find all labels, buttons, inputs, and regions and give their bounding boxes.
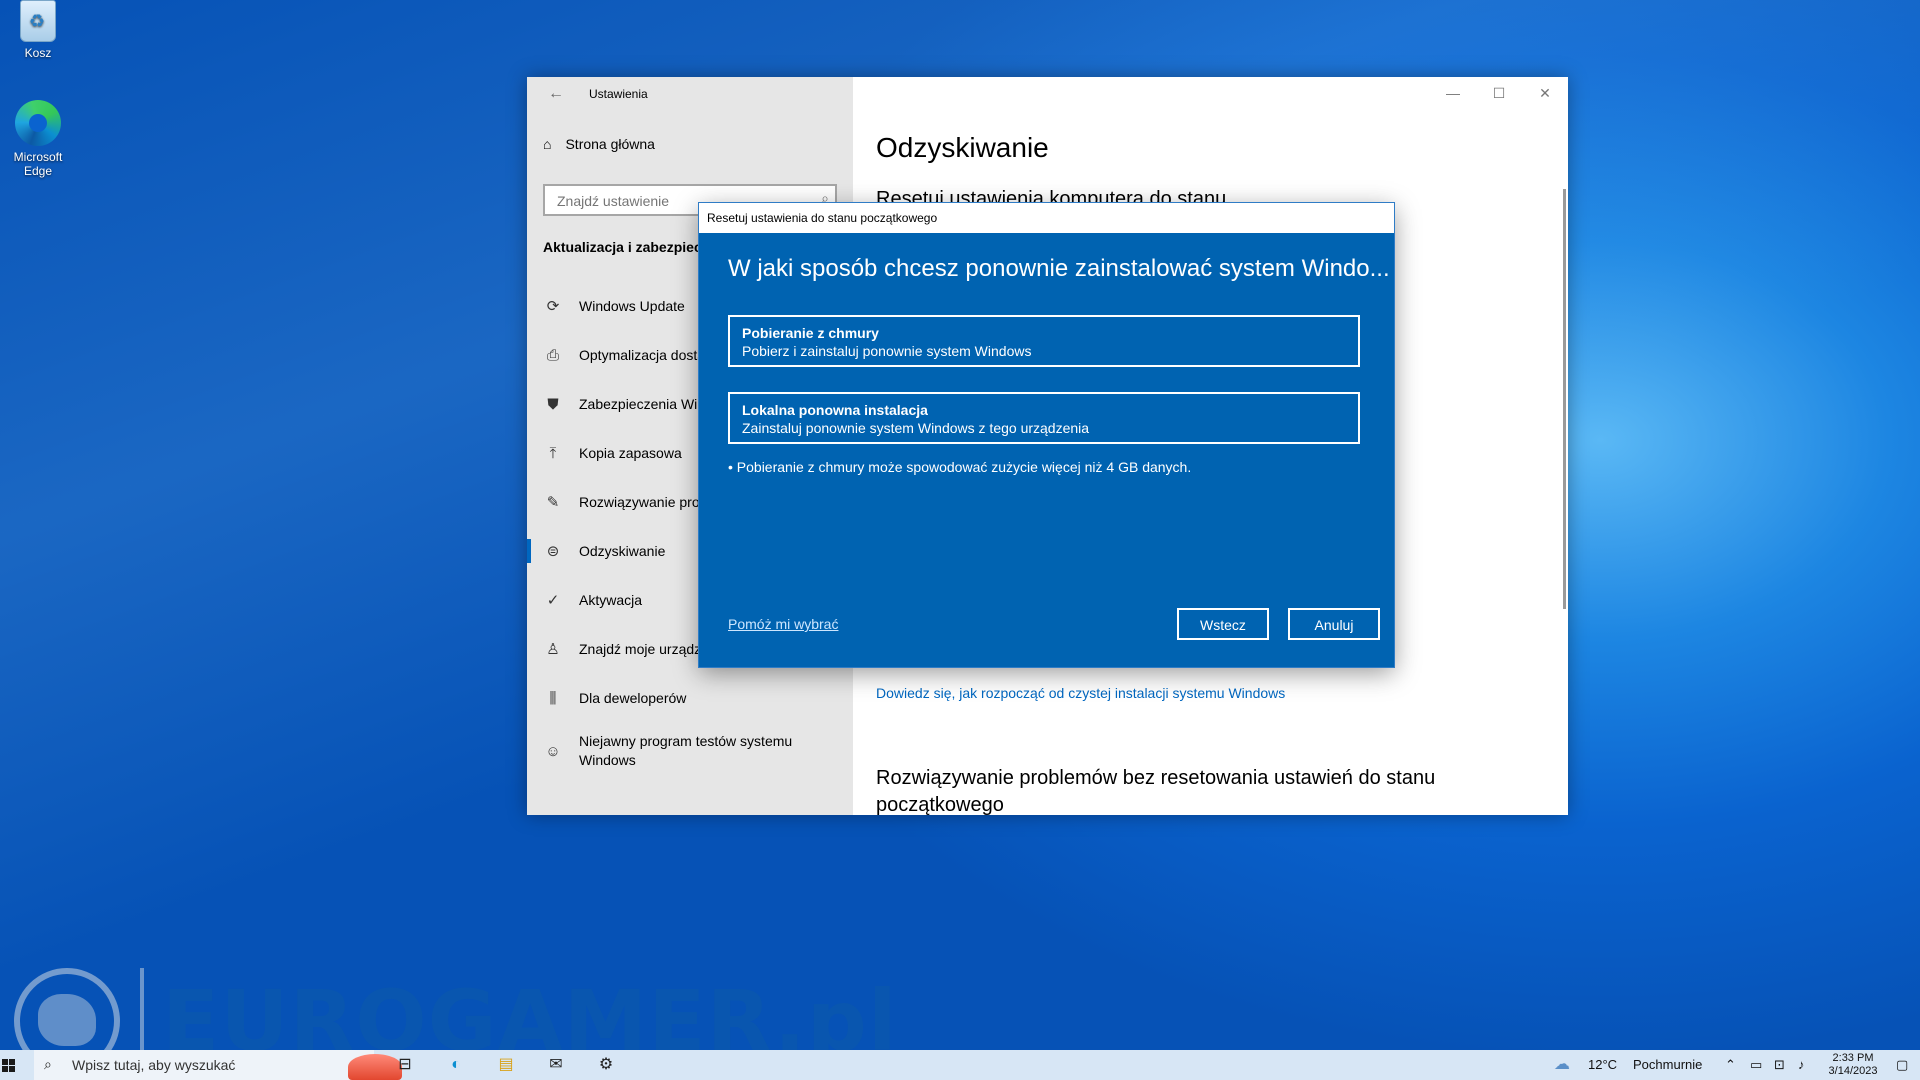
nav-home-label: Strona główna bbox=[565, 136, 655, 152]
section-title: Aktualizacja i zabezpiecz bbox=[543, 239, 709, 255]
clock-time: 2:33 PM bbox=[1832, 1052, 1874, 1064]
window-controls: — ☐ ✕ bbox=[1430, 77, 1568, 109]
sidebar-item-label: Kopia zapasowa bbox=[579, 445, 682, 461]
taskbar-search[interactable]: ⌕ Wpisz tutaj, aby wyszukać bbox=[34, 1050, 402, 1080]
volume-icon[interactable]: ♪ bbox=[1798, 1050, 1805, 1080]
weather-temp[interactable]: 12°C bbox=[1588, 1050, 1617, 1080]
data-usage-note: • Pobieranie z chmury może spowodować zu… bbox=[728, 459, 1192, 475]
edge-icon bbox=[15, 100, 61, 146]
back-button[interactable]: Wstecz bbox=[1177, 608, 1269, 640]
window-title: Ustawienia bbox=[589, 87, 648, 101]
task-view-icon[interactable]: ⊟ bbox=[390, 1052, 420, 1078]
option-description: Pobierz i zainstaluj ponownie system Win… bbox=[742, 343, 1032, 359]
settings-gear-icon[interactable]: ⚙ bbox=[591, 1052, 621, 1078]
option-description: Zainstaluj ponownie system Windows z teg… bbox=[742, 420, 1090, 436]
windows-logo-icon bbox=[2, 1059, 8, 1065]
content-scrollbar[interactable] bbox=[1563, 189, 1566, 609]
maximize-icon[interactable]: ☐ bbox=[1476, 77, 1522, 109]
windows-logo-pane bbox=[9, 1059, 15, 1065]
taskbar: ⌕ Wpisz tutaj, aby wyszukać ⊟ ◐ ▤ ✉ ⚙ ☁ … bbox=[0, 1050, 1920, 1080]
weather-cloud-icon[interactable]: ☁ bbox=[1554, 1050, 1570, 1080]
sidebar-item-label: Optymalizacja dosta bbox=[579, 347, 706, 363]
desktop-icon-label: Kosz bbox=[24, 46, 52, 60]
clean-install-link[interactable]: Dowiedz się, jak rozpocząć od czystej in… bbox=[876, 685, 1285, 701]
option-title: Lokalna ponowna instalacja bbox=[742, 402, 928, 418]
windows-logo-pane bbox=[9, 1066, 15, 1072]
dialog-heading: W jaki sposób chcesz ponownie zainstalow… bbox=[728, 255, 1390, 282]
backup-arrow-icon: ⤒ bbox=[549, 444, 557, 462]
taskbar-search-placeholder: Wpisz tutaj, aby wyszukać bbox=[72, 1057, 236, 1073]
search-icon: ⌕ bbox=[44, 1056, 52, 1072]
file-explorer-icon[interactable]: ▤ bbox=[491, 1052, 521, 1078]
meet-now-icon[interactable]: ▭ bbox=[1750, 1050, 1762, 1080]
chevron-up-icon[interactable]: ⌃ bbox=[1725, 1050, 1736, 1080]
sidebar-item-label: Niejawny program testów systemu Windows bbox=[579, 732, 792, 770]
check-circle-icon: ✓ bbox=[546, 592, 560, 609]
help-me-choose-link[interactable]: Pomóż mi wybrać bbox=[728, 616, 838, 632]
sidebar-item-label: Dla deweloperów bbox=[579, 690, 687, 706]
sidebar-item-developers[interactable]: ⫼ Dla deweloperów bbox=[527, 678, 853, 718]
troubleshoot-heading: Rozwiązywanie problemów bez resetowania … bbox=[876, 767, 1436, 816]
sidebar-item-label: Odzyskiwanie bbox=[579, 543, 666, 559]
desktop-icon-recycle-bin[interactable]: Kosz bbox=[0, 0, 78, 60]
sidebar-item-label: Rozwiązywanie prob bbox=[579, 494, 708, 510]
minimize-icon[interactable]: — bbox=[1430, 77, 1476, 109]
desktop-icon-label: Microsoft Edge bbox=[13, 150, 63, 178]
delivery-optimization-icon: ⎙ bbox=[546, 346, 559, 364]
recycle-bin-icon bbox=[20, 0, 56, 42]
developer-icon: ⫼ bbox=[549, 689, 557, 707]
back-arrow-icon[interactable]: ← bbox=[543, 83, 569, 105]
sidebar-item-label: Zabezpieczenia Win bbox=[579, 396, 706, 412]
weather-text[interactable]: Pochmurnie bbox=[1633, 1050, 1702, 1080]
recovery-icon: ⊜ bbox=[546, 543, 560, 560]
sidebar-item-insider-program[interactable]: ☺ Niejawny program testów systemu Window… bbox=[527, 726, 853, 776]
sidebar-item-label: Znajdź moje urządz bbox=[579, 641, 702, 657]
reset-dialog: Resetuj ustawienia do stanu początkowego… bbox=[699, 203, 1394, 667]
desktop-icon-edge[interactable]: Microsoft Edge bbox=[0, 100, 78, 178]
sidebar-item-label: Windows Update bbox=[579, 298, 685, 314]
refresh-icon: ⟳ bbox=[546, 298, 560, 315]
windows-logo-pane bbox=[2, 1066, 8, 1072]
nav-home[interactable]: ⌂ Strona główna bbox=[543, 136, 655, 152]
sidebar-item-label-line2: Windows bbox=[579, 752, 636, 768]
mail-icon[interactable]: ✉ bbox=[541, 1052, 571, 1078]
taskbar-clock[interactable]: 2:33 PM 3/14/2023 bbox=[1818, 1052, 1888, 1078]
option-title: Pobieranie z chmury bbox=[742, 325, 879, 341]
person-locate-icon: ♙ bbox=[546, 641, 560, 658]
close-icon[interactable]: ✕ bbox=[1522, 77, 1568, 109]
page-title: Odzyskiwanie bbox=[876, 132, 1049, 163]
clock-date: 3/14/2023 bbox=[1828, 1065, 1878, 1077]
edge-taskbar-icon[interactable]: ◐ bbox=[441, 1052, 471, 1078]
sidebar-item-label-line1: Niejawny program testów systemu bbox=[579, 733, 793, 749]
cancel-button[interactable]: Anuluj bbox=[1288, 608, 1380, 640]
insider-icon: ☺ bbox=[545, 742, 561, 760]
shield-icon: ⛊ bbox=[547, 395, 559, 413]
start-button[interactable] bbox=[0, 1050, 20, 1080]
cloud-download-option[interactable]: Pobieranie z chmury Pobierz i zainstaluj… bbox=[728, 315, 1360, 367]
local-reinstall-option[interactable]: Lokalna ponowna instalacja Zainstaluj po… bbox=[728, 392, 1360, 444]
wrench-icon: ✎ bbox=[546, 494, 560, 511]
sidebar-item-label: Aktywacja bbox=[579, 592, 643, 608]
notifications-icon[interactable]: ▢ bbox=[1896, 1050, 1908, 1080]
dialog-title: Resetuj ustawienia do stanu początkowego bbox=[699, 203, 1394, 233]
home-icon: ⌂ bbox=[543, 136, 552, 152]
network-icon[interactable]: ⊡ bbox=[1774, 1050, 1785, 1080]
